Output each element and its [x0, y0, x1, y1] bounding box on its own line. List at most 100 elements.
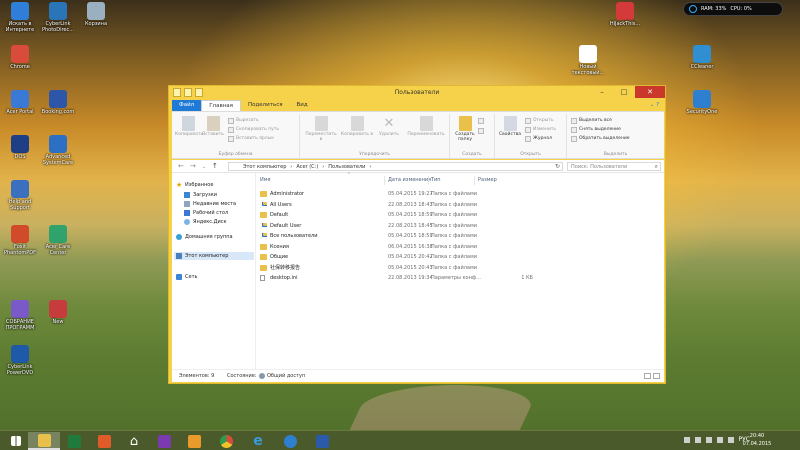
flag-icon[interactable]: [694, 436, 701, 443]
select-all-button[interactable]: Выделить все: [571, 117, 612, 124]
taskbar-explorer[interactable]: [28, 432, 60, 450]
file-row[interactable]: Ксения 06.04.2015 16:38 Папка с файлами: [256, 242, 664, 253]
desktop-icon-7[interactable]: Advanced SystemCare: [38, 135, 78, 166]
move-to-button[interactable]: Переместить в: [304, 116, 338, 142]
tab-view[interactable]: Вид: [290, 100, 315, 111]
file-row[interactable]: Default 05.04.2015 18:59 Папка с файлами: [256, 210, 664, 221]
system-monitor-widget[interactable]: RAM: 33% CPU: 0%: [683, 2, 783, 16]
nav-yandex-disk[interactable]: Яндекс.Диск: [184, 218, 227, 226]
breadcrumb-users[interactable]: Пользователи: [328, 163, 365, 170]
desktop-icon-1[interactable]: CyberLink PhotoDirec...: [38, 2, 78, 33]
cut-button[interactable]: Вырезать: [228, 117, 259, 124]
paste-button[interactable]: Вставить: [201, 116, 225, 137]
nav-this-pc[interactable]: Этот компьютер: [174, 252, 254, 260]
column-type[interactable]: Тип: [431, 177, 441, 183]
recent-locations-chevron-icon[interactable]: ⌄: [202, 164, 206, 170]
large-icons-view-icon[interactable]: [653, 373, 660, 379]
copy-path-button[interactable]: Скопировать путь: [228, 126, 279, 133]
desktop-icon-4[interactable]: Acer Portal: [0, 90, 40, 115]
history-button[interactable]: Журнал: [525, 135, 552, 142]
back-arrow-icon[interactable]: ←: [178, 162, 184, 170]
network-icon[interactable]: [705, 436, 712, 443]
desktop-icon-14[interactable]: Новый текстовый...: [568, 45, 608, 76]
nav-homegroup[interactable]: Домашняя группа: [176, 233, 233, 241]
explorer-window[interactable]: Пользователи – □ ✕ Файл Главная Поделить…: [168, 85, 666, 384]
file-row[interactable]: Общие 05.04.2015 20:42 Папка с файлами: [256, 252, 664, 263]
copy-to-button[interactable]: Копировать в: [340, 116, 374, 137]
taskbar-onenote[interactable]: [148, 432, 180, 450]
desktop-icon-15[interactable]: HiJackThis...: [605, 2, 645, 27]
desktop-icon-13[interactable]: New: [38, 300, 78, 325]
nav-downloads[interactable]: Загрузки: [184, 191, 217, 199]
delete-button[interactable]: ✕ Удалить: [376, 116, 402, 137]
forward-arrow-icon[interactable]: →: [190, 162, 196, 170]
maximize-button[interactable]: □: [613, 86, 635, 98]
desktop-icon-11[interactable]: CyberLink PowerDVD: [0, 345, 40, 376]
tab-file[interactable]: Файл: [172, 100, 202, 111]
breadcrumb-drive[interactable]: Acer (C:): [296, 163, 318, 170]
volume-icon[interactable]: [727, 436, 734, 443]
desktop-icon-9[interactable]: Foxit PhantomPDF: [0, 225, 40, 256]
taskbar-word[interactable]: [306, 432, 338, 450]
open-button[interactable]: Открыть: [525, 117, 554, 124]
desktop-icon-8[interactable]: Help and Support: [0, 180, 40, 211]
title-bar[interactable]: Пользователи – □ ✕: [169, 86, 665, 100]
column-name[interactable]: Имя: [260, 177, 271, 183]
desktop-icon-10[interactable]: Acer Care Center: [38, 225, 78, 256]
desktop-icon-16[interactable]: CCleaner: [682, 45, 722, 70]
breadcrumb-this-pc[interactable]: Этот компьютер: [243, 163, 286, 170]
address-field[interactable]: Этот компьютер › Acer (C:) › Пользователи ›: [228, 162, 563, 171]
file-row[interactable]: Все пользователи 05.04.2015 18:59 Папка с …: [256, 231, 664, 242]
taskbar-ccleaner[interactable]: [274, 432, 306, 450]
taskbar-excel[interactable]: [58, 432, 90, 450]
invert-selection-button[interactable]: Обратить выделение: [571, 135, 630, 142]
search-input[interactable]: Поиск: Пользователи ⌕: [567, 162, 661, 171]
select-none-button[interactable]: Снять выделение: [571, 126, 621, 133]
new-item-button[interactable]: [478, 117, 484, 124]
file-row[interactable]: desktop.ini 22.08.2013 19:34 Параметры кон…: [256, 273, 664, 284]
column-divider[interactable]: [428, 176, 429, 185]
desktop-icon-17[interactable]: SecurityOne: [682, 90, 722, 115]
desktop-icon-2[interactable]: Корзина: [76, 2, 116, 27]
new-folder-button[interactable]: Создать папку: [453, 116, 477, 142]
file-row[interactable]: Administrator 05.04.2015 19:27 Папка с фай…: [256, 189, 664, 200]
file-row[interactable]: All Users 22.08.2013 18:43 Папка с файлами: [256, 200, 664, 211]
close-button[interactable]: ✕: [635, 86, 665, 98]
tab-share[interactable]: Поделиться: [241, 100, 290, 111]
desktop-icon-6[interactable]: DOS: [0, 135, 40, 160]
rename-button[interactable]: Переименовать: [404, 116, 448, 137]
battery-icon[interactable]: [716, 436, 723, 443]
clock[interactable]: 20:40 07.04.2015: [740, 432, 774, 448]
taskbar-home[interactable]: ⌂: [118, 432, 150, 450]
column-date[interactable]: Дата изменения: [388, 177, 431, 183]
taskbar-app[interactable]: [178, 432, 210, 450]
copy-button[interactable]: Копировать: [175, 116, 203, 137]
edit-button[interactable]: Изменить: [525, 126, 556, 133]
desktop-icon-0[interactable]: Искать в Интернете: [0, 2, 40, 33]
tab-home[interactable]: Главная: [201, 100, 241, 111]
easy-access-button[interactable]: [478, 127, 484, 134]
show-hidden-icons-icon[interactable]: [683, 436, 690, 443]
desktop-icon-5[interactable]: Booking.com: [38, 90, 78, 115]
properties-button[interactable]: Свойства: [498, 116, 522, 137]
paste-shortcut-button[interactable]: Вставить ярлык: [228, 135, 274, 142]
minimize-button[interactable]: –: [591, 86, 613, 98]
desktop-icon-3[interactable]: Chrome: [0, 45, 40, 70]
file-row[interactable]: 社保转移报告 05.04.2015 20:43 Папка с файлами: [256, 263, 664, 274]
details-view-icon[interactable]: [644, 373, 651, 379]
nav-recent[interactable]: Недавние места: [184, 200, 236, 208]
desktop-icon-12[interactable]: СОБРАНИЕ ПРОГРАММ: [0, 300, 40, 331]
refresh-icon[interactable]: ↻: [555, 163, 560, 170]
column-divider[interactable]: [384, 176, 385, 185]
nav-desktop[interactable]: Рабочий стол: [184, 209, 228, 217]
nav-network[interactable]: Сеть: [176, 273, 197, 281]
column-divider[interactable]: [474, 176, 475, 185]
taskbar-chrome[interactable]: [210, 432, 242, 450]
nav-favorites[interactable]: ★ Избранное: [176, 181, 213, 189]
up-arrow-icon[interactable]: ↑: [212, 162, 218, 170]
column-size[interactable]: Размер: [478, 177, 497, 183]
chevron-down-icon[interactable]: ⌄ ?: [645, 100, 664, 111]
taskbar-ie[interactable]: e: [242, 432, 274, 450]
file-row[interactable]: Default User 22.08.2013 18:45 Папка с файл…: [256, 221, 664, 232]
taskbar-photos[interactable]: [88, 432, 120, 450]
